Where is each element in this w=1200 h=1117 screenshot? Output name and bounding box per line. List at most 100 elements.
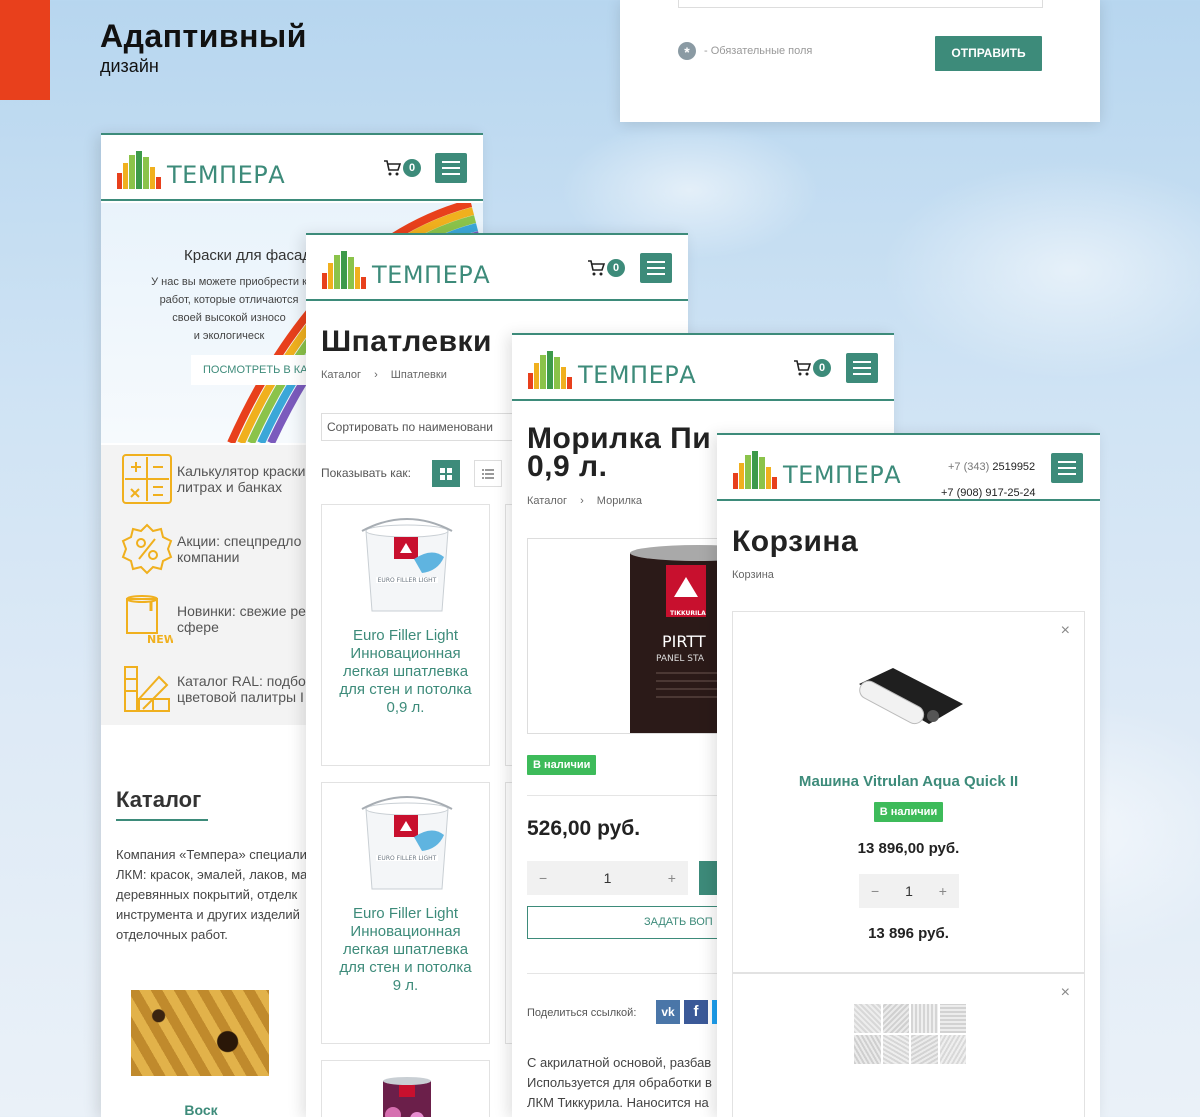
cart-item-name[interactable]: Машина Vitrulan Aqua Quick II: [733, 773, 1084, 790]
putty-bucket-image: EURO FILLER LIGHT: [361, 518, 453, 612]
menu-burger-button[interactable]: [846, 353, 878, 383]
catalog-text-line: деревянных покрытий, отделк: [116, 887, 298, 902]
cart-count-badge: 0: [607, 259, 625, 277]
decrease-button[interactable]: −: [539, 870, 547, 886]
product-image-frame[interactable]: TIKKURILA PIRTT PANEL STA: [527, 538, 727, 734]
unit-price: 13 896,00 руб.: [857, 840, 960, 857]
cart-item: ×: [732, 973, 1085, 1117]
hero-catalog-button[interactable]: ПОСМОТРЕТЬ В КА: [191, 355, 311, 385]
product-title-line: для стен и потолка: [339, 681, 472, 698]
navbar: ТЕМПЕРА 0: [512, 335, 894, 401]
decrease-button[interactable]: −: [871, 883, 879, 899]
close-icon: ×: [1060, 622, 1070, 639]
navbar: ТЕМПЕРА 0: [101, 135, 483, 201]
page-title: Адаптивный: [100, 18, 307, 54]
phone-prefix: +7 (343): [948, 461, 990, 473]
catalog-description: Компания «Темпера» специали ЛКМ: красок,…: [116, 845, 307, 945]
increase-button[interactable]: +: [939, 883, 947, 899]
fabric-samples-image[interactable]: [854, 1004, 966, 1064]
cart-title: Корзина: [732, 525, 859, 558]
product-title-line: Euro Filler Light: [352, 905, 459, 922]
cart-screen: ТЕМПЕРА +7 (343) 2519952 +7 (908) 917-25…: [717, 433, 1100, 1117]
description-line: Используется для обработки в: [527, 1075, 712, 1090]
logo-text: ТЕМПЕРА: [167, 161, 286, 189]
cart-item: × Машина Vitrulan Aqua Quick II В наличи…: [732, 611, 1085, 973]
cart-button[interactable]: 0: [383, 159, 421, 177]
cart-button[interactable]: 0: [587, 259, 625, 277]
navbar: ТЕМПЕРА +7 (343) 2519952 +7 (908) 917-25…: [717, 435, 1100, 501]
product-card[interactable]: EURO FILLER LIGHT Euro Filler Light Инно…: [321, 782, 490, 1044]
logo-icon: [528, 351, 572, 389]
stock-status-badge: В наличии: [873, 802, 944, 822]
menu-burger-button[interactable]: [1051, 453, 1083, 483]
quantity-stepper[interactable]: − 1 +: [527, 861, 688, 895]
brand-logo[interactable]: ТЕМПЕРА: [733, 449, 901, 489]
cart-count-badge: 0: [403, 159, 421, 177]
product-title-line: Инновационная: [350, 923, 461, 940]
can-product-subtitle: PANEL STA: [656, 654, 705, 664]
roller-machine-image[interactable]: [855, 664, 965, 734]
logo-text: ТЕМПЕРА: [578, 361, 697, 389]
grid-view-button[interactable]: [432, 460, 460, 487]
phone-secondary[interactable]: +7 (908) 917-25-24: [941, 487, 1035, 499]
breadcrumb-separator: ›: [580, 495, 584, 507]
ask-question-button[interactable]: ЗАДАТЬ ВОП: [527, 906, 747, 939]
cart-count-badge: 0: [813, 359, 831, 377]
share-vk-button[interactable]: vk: [656, 1000, 680, 1024]
stain-can-image: TIKKURILA PIRTT PANEL STA: [630, 545, 726, 733]
product-card[interactable]: EURO FILLER LIGHT Euro Filler Light Инно…: [321, 504, 490, 766]
wax-image: [131, 990, 269, 1076]
quantity-value[interactable]: 1: [905, 883, 913, 899]
menu-burger-button[interactable]: [435, 153, 467, 183]
form-input-field[interactable]: [678, 0, 1043, 8]
hero-text-line: работ, которые отличаются: [159, 294, 299, 306]
cart-button[interactable]: 0: [793, 359, 831, 377]
brand-logo[interactable]: ТЕМПЕРА: [528, 349, 696, 389]
catalog-heading: Каталог: [116, 787, 202, 812]
submit-button[interactable]: ОТПРАВИТЬ: [935, 36, 1042, 71]
cart-icon: [794, 360, 811, 376]
list-icon: [482, 468, 494, 479]
breadcrumb-link[interactable]: Каталог: [321, 369, 361, 381]
paint-bucket-new-icon: NEW: [126, 595, 173, 645]
required-fields-note: - Обязательные поля: [704, 45, 813, 57]
product-title-line: Инновационная: [350, 645, 461, 662]
view-mode-label: Показывать как:: [321, 466, 411, 480]
bucket-label: EURO FILLER LIGHT: [378, 577, 437, 584]
catalog-text-line: инструмента и других изделий: [116, 907, 300, 922]
accent-block: [0, 0, 50, 100]
description-line: ЛКМ Тиккурила. Наносится на: [527, 1095, 709, 1110]
breadcrumb: Каталог › Морилка: [527, 495, 642, 507]
brand-logo[interactable]: ТЕМПЕРА: [322, 249, 490, 289]
brand-logo[interactable]: ТЕМПЕРА: [117, 149, 285, 189]
close-icon: ×: [1060, 984, 1070, 1001]
product-card[interactable]: [321, 1060, 490, 1117]
quantity-value[interactable]: 1: [604, 870, 612, 886]
paint-can-image: [383, 1077, 431, 1117]
product-title-line: Морилка Пи: [527, 422, 712, 455]
logo-text: ТЕМПЕРА: [372, 261, 491, 289]
sky-cloud: [880, 160, 1200, 380]
increase-button[interactable]: +: [668, 870, 676, 886]
breadcrumb-link[interactable]: Каталог: [527, 495, 567, 507]
quantity-stepper[interactable]: − 1 +: [859, 874, 959, 908]
cart-icon: [384, 160, 401, 176]
menu-burger-button[interactable]: [640, 253, 672, 283]
breadcrumb-current: Шпатлевки: [390, 369, 447, 381]
svg-text:NEW: NEW: [147, 633, 173, 645]
catalog-text-line: отделочных работ.: [116, 927, 228, 942]
item-total: 13 896 руб.: [868, 925, 949, 942]
list-view-button[interactable]: [474, 460, 502, 487]
product-title[interactable]: Euro Filler Light Инновационная легкая ш…: [322, 905, 489, 995]
product-title-line: 0,9 л.: [527, 450, 608, 483]
remove-item-button[interactable]: ×: [1061, 622, 1070, 640]
percent-badge-icon: [121, 523, 173, 575]
catalog-item-wax[interactable]: Воск: [131, 990, 271, 1117]
share-facebook-button[interactable]: f: [684, 1000, 708, 1024]
hero-title: Краски для фасад: [184, 247, 312, 264]
remove-item-button[interactable]: ×: [1061, 984, 1070, 1002]
product-title[interactable]: Euro Filler Light Инновационная легкая ш…: [322, 627, 489, 717]
phone-primary[interactable]: +7 (343) 2519952: [948, 461, 1035, 473]
breadcrumb: Каталог › Шпатлевки: [321, 369, 447, 381]
hero-text-line: и экологическ: [193, 330, 265, 342]
